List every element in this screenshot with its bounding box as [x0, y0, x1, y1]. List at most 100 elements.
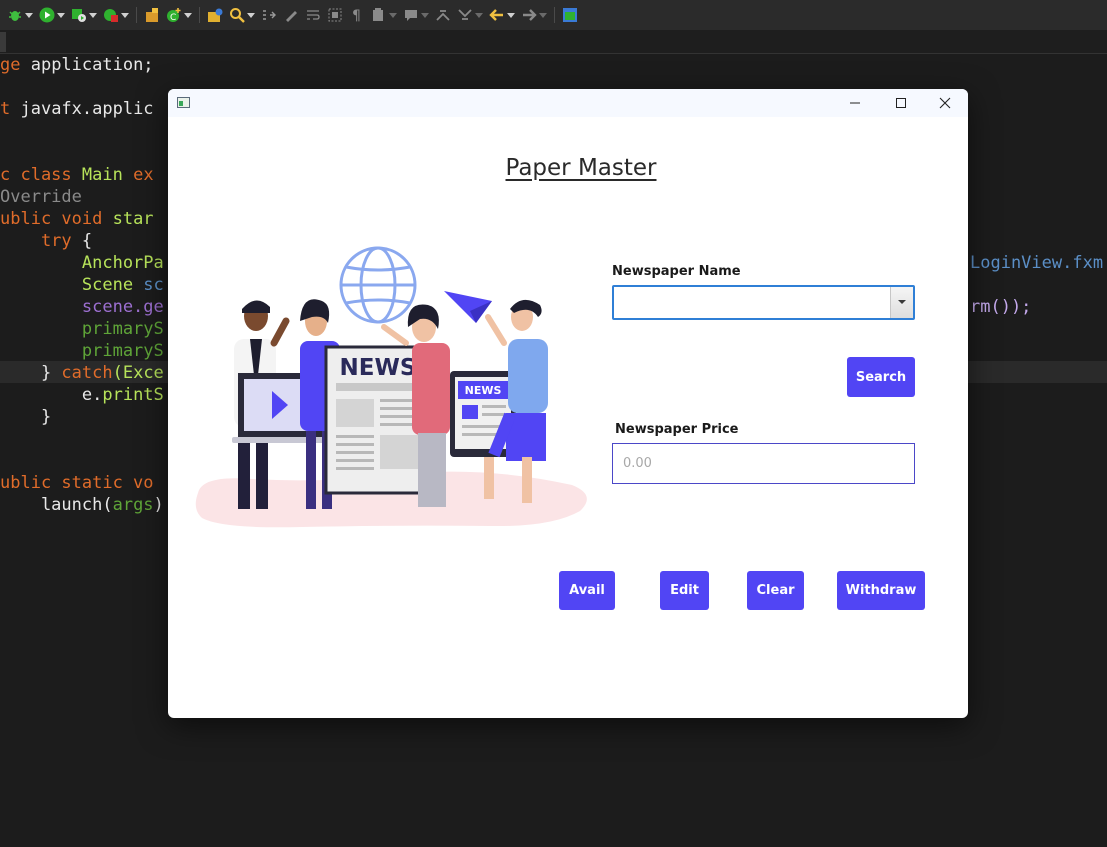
code-token: ublic static vo — [0, 473, 154, 493]
run-as-button[interactable] — [70, 4, 98, 26]
next-annotation-icon — [436, 10, 450, 21]
run-as-icon — [72, 9, 86, 22]
newspaper-price-input[interactable] — [612, 443, 915, 484]
code-token: scene.ge — [0, 297, 164, 317]
code-token: { — [81, 231, 93, 251]
block-select-icon — [328, 8, 342, 22]
new-class-button[interactable]: C — [165, 4, 193, 26]
maximize-icon — [896, 98, 906, 108]
wrap-icon — [307, 10, 320, 20]
code-token: ublic void — [0, 209, 113, 229]
search-button[interactable] — [228, 4, 256, 26]
code-token: primaryS — [0, 341, 164, 361]
code-line: ge application; — [0, 54, 154, 76]
back-icon — [489, 9, 503, 21]
code-line: ublic static vo — [0, 472, 154, 494]
editor-tab[interactable] — [0, 32, 6, 52]
previous-annotation-icon — [458, 9, 472, 20]
code-token: javafx.applic — [20, 99, 154, 119]
code-token: Scene — [0, 275, 144, 295]
minimize-icon — [850, 102, 860, 104]
edit-button[interactable] — [282, 4, 300, 26]
page-title: Paper Master — [505, 155, 657, 181]
search-icon — [230, 8, 245, 23]
clear-button[interactable]: Clear — [747, 571, 804, 610]
chevron-down-icon — [184, 12, 192, 18]
code-line: primaryS — [0, 318, 164, 340]
code-line: ublic void star — [0, 208, 154, 230]
chevron-down-icon — [421, 12, 429, 18]
window-titlebar[interactable] — [168, 89, 968, 117]
paper-master-window: Paper Master NEWS NEWS Newspaper Name Se… — [168, 89, 968, 718]
show-whitespace-button[interactable]: ¶ — [348, 4, 366, 26]
chevron-down-icon — [57, 12, 65, 18]
stop-button[interactable] — [102, 4, 130, 26]
withdraw-button[interactable]: Withdraw — [837, 571, 925, 610]
code-fragment: LoginView.fxm — [970, 253, 1104, 273]
code-line: } — [0, 406, 51, 428]
code-token: printS — [102, 385, 164, 405]
code-line: Override — [0, 186, 82, 208]
chevron-down-icon — [247, 12, 255, 18]
code-line: e.printS — [0, 384, 164, 406]
debug-button[interactable] — [6, 4, 34, 26]
code-token: t — [0, 99, 21, 119]
debug-icon — [9, 11, 21, 21]
code-token: args — [112, 495, 154, 515]
link-icon — [263, 10, 276, 20]
chevron-down-icon — [89, 12, 97, 18]
code-token: primaryS — [0, 319, 164, 339]
code-line: } catch(Exce — [0, 362, 164, 384]
code-token: Override — [0, 187, 82, 207]
word-wrap-button[interactable] — [304, 4, 322, 26]
chevron-down-icon — [507, 12, 515, 18]
previous-annotation-button[interactable] — [456, 4, 484, 26]
search-button[interactable]: Search — [847, 357, 915, 397]
perspective-button[interactable] — [561, 4, 579, 26]
code-line: launch(args) — [0, 494, 164, 516]
link-button[interactable] — [260, 4, 278, 26]
chevron-down-icon — [25, 12, 33, 18]
code-token: launch( — [0, 495, 113, 515]
next-annotation-button[interactable] — [434, 4, 452, 26]
close-button[interactable] — [922, 89, 968, 117]
edit-icon — [286, 11, 297, 22]
comment-button[interactable] — [402, 4, 430, 26]
code-token: ) — [153, 495, 164, 515]
code-line: scene.ge — [0, 296, 164, 318]
maximize-button[interactable] — [878, 89, 924, 117]
edit-button[interactable]: Edit — [660, 571, 709, 610]
code-token: sc — [143, 275, 164, 295]
block-select-button[interactable] — [326, 4, 344, 26]
comment-icon — [405, 10, 417, 21]
code-token: } — [0, 407, 52, 427]
avail-button[interactable]: Avail — [559, 571, 615, 610]
code-token: try — [0, 231, 82, 251]
forward-button[interactable] — [520, 4, 548, 26]
newspaper-name-combobox[interactable] — [612, 285, 915, 320]
newspaper-name-label: Newspaper Name — [612, 264, 741, 279]
code-token: application; — [30, 55, 154, 75]
show-whitespace-icon: ¶ — [352, 8, 361, 23]
chevron-down-icon[interactable] — [890, 287, 913, 318]
toolbar-separator — [554, 7, 555, 23]
code-token: catch — [61, 363, 113, 383]
run-icon — [39, 7, 55, 23]
run-button[interactable] — [38, 4, 66, 26]
annotation-button[interactable] — [370, 4, 398, 26]
code-line: AnchorPa — [0, 252, 164, 274]
news-sign: NEWS — [340, 355, 417, 381]
toolbar-separator — [136, 7, 137, 23]
back-button[interactable] — [488, 4, 516, 26]
svg-text:¶: ¶ — [352, 8, 361, 23]
news-illustration: NEWS NEWS — [195, 246, 587, 528]
perspective-icon — [563, 8, 577, 22]
open-type-button[interactable] — [206, 4, 224, 26]
newspaper-price-label: Newspaper Price — [615, 422, 739, 437]
new-package-button[interactable] — [143, 4, 161, 26]
ide-toolbar: C ¶ — [0, 0, 1107, 30]
minimize-button[interactable] — [832, 89, 878, 117]
toolbar-separator — [199, 7, 200, 23]
code-line: primaryS — [0, 340, 164, 362]
chevron-down-icon — [121, 12, 129, 18]
